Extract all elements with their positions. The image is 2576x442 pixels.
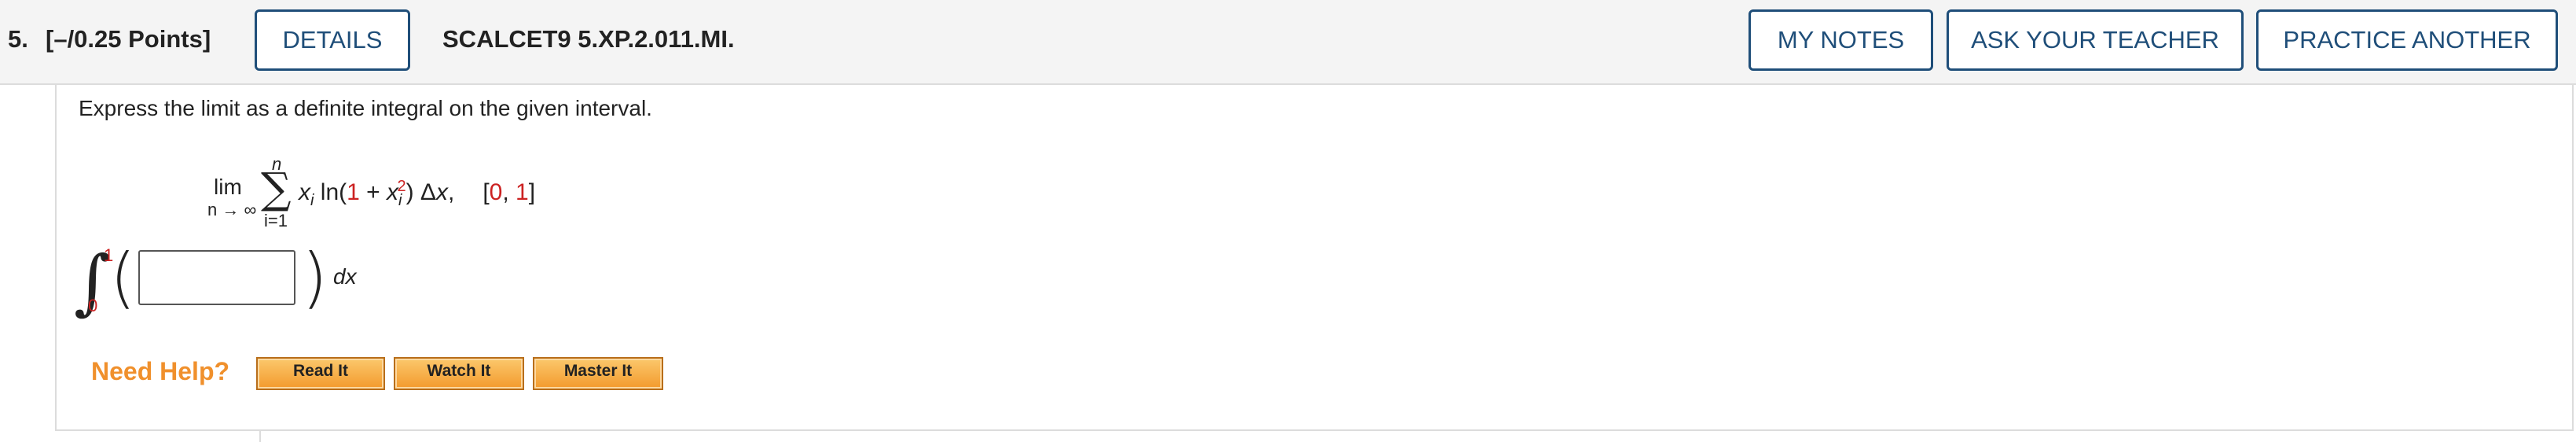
expr-ln: ln(: [314, 179, 347, 205]
answer-input[interactable]: [138, 250, 295, 305]
my-notes-button[interactable]: MY NOTES: [1749, 9, 1933, 71]
sigma-symbol: ∑: [261, 164, 292, 213]
expr-dx: x: [435, 179, 448, 205]
watch-it-button[interactable]: Watch It: [394, 357, 524, 390]
practice-another-button[interactable]: PRACTICE ANOTHER: [2256, 9, 2558, 71]
summand-expression: xi ln(1 + xi2) Δx, [0, 1]: [299, 178, 535, 210]
expr-one: 1: [347, 179, 360, 205]
master-it-button[interactable]: Master It: [533, 357, 663, 390]
interval-sep: ,: [502, 179, 516, 205]
right-paren: ): [302, 239, 328, 316]
left-paren: (: [110, 239, 136, 316]
limit-subscript: n → ∞: [207, 200, 257, 219]
details-button[interactable]: DETAILS: [255, 9, 410, 71]
interval-open: [: [483, 179, 490, 205]
question-prompt: Express the limit as a definite integral…: [79, 96, 652, 120]
panel-divider: [259, 431, 2574, 442]
integral-lower-limit: 0: [88, 296, 98, 315]
interval-close: ]: [528, 179, 536, 205]
problem-code: SCALCET9 5.XP.2.011.MI.: [442, 25, 735, 53]
limit-word: lim: [214, 175, 242, 199]
dx-label: dx: [333, 264, 357, 289]
expr-close: ) Δ: [405, 179, 436, 205]
interval-end: 1: [516, 179, 529, 205]
need-help-label: Need Help?: [91, 357, 230, 385]
sum-lower-bound: i=1: [264, 211, 288, 230]
ask-your-teacher-button[interactable]: ASK YOUR TEACHER: [1947, 9, 2244, 71]
interval-start: 0: [489, 179, 503, 205]
expr-comma: ,: [447, 179, 455, 205]
question-number: 5.: [8, 25, 28, 53]
points-label: [–/0.25 Points]: [46, 25, 211, 53]
expr-plus: +: [359, 179, 387, 205]
expr-x: x: [299, 179, 310, 205]
question-header: 5. [–/0.25 Points] DETAILS SCALCET9 5.XP…: [0, 0, 2576, 85]
expr-exponent: 2: [397, 178, 406, 195]
read-it-button[interactable]: Read It: [256, 357, 385, 390]
